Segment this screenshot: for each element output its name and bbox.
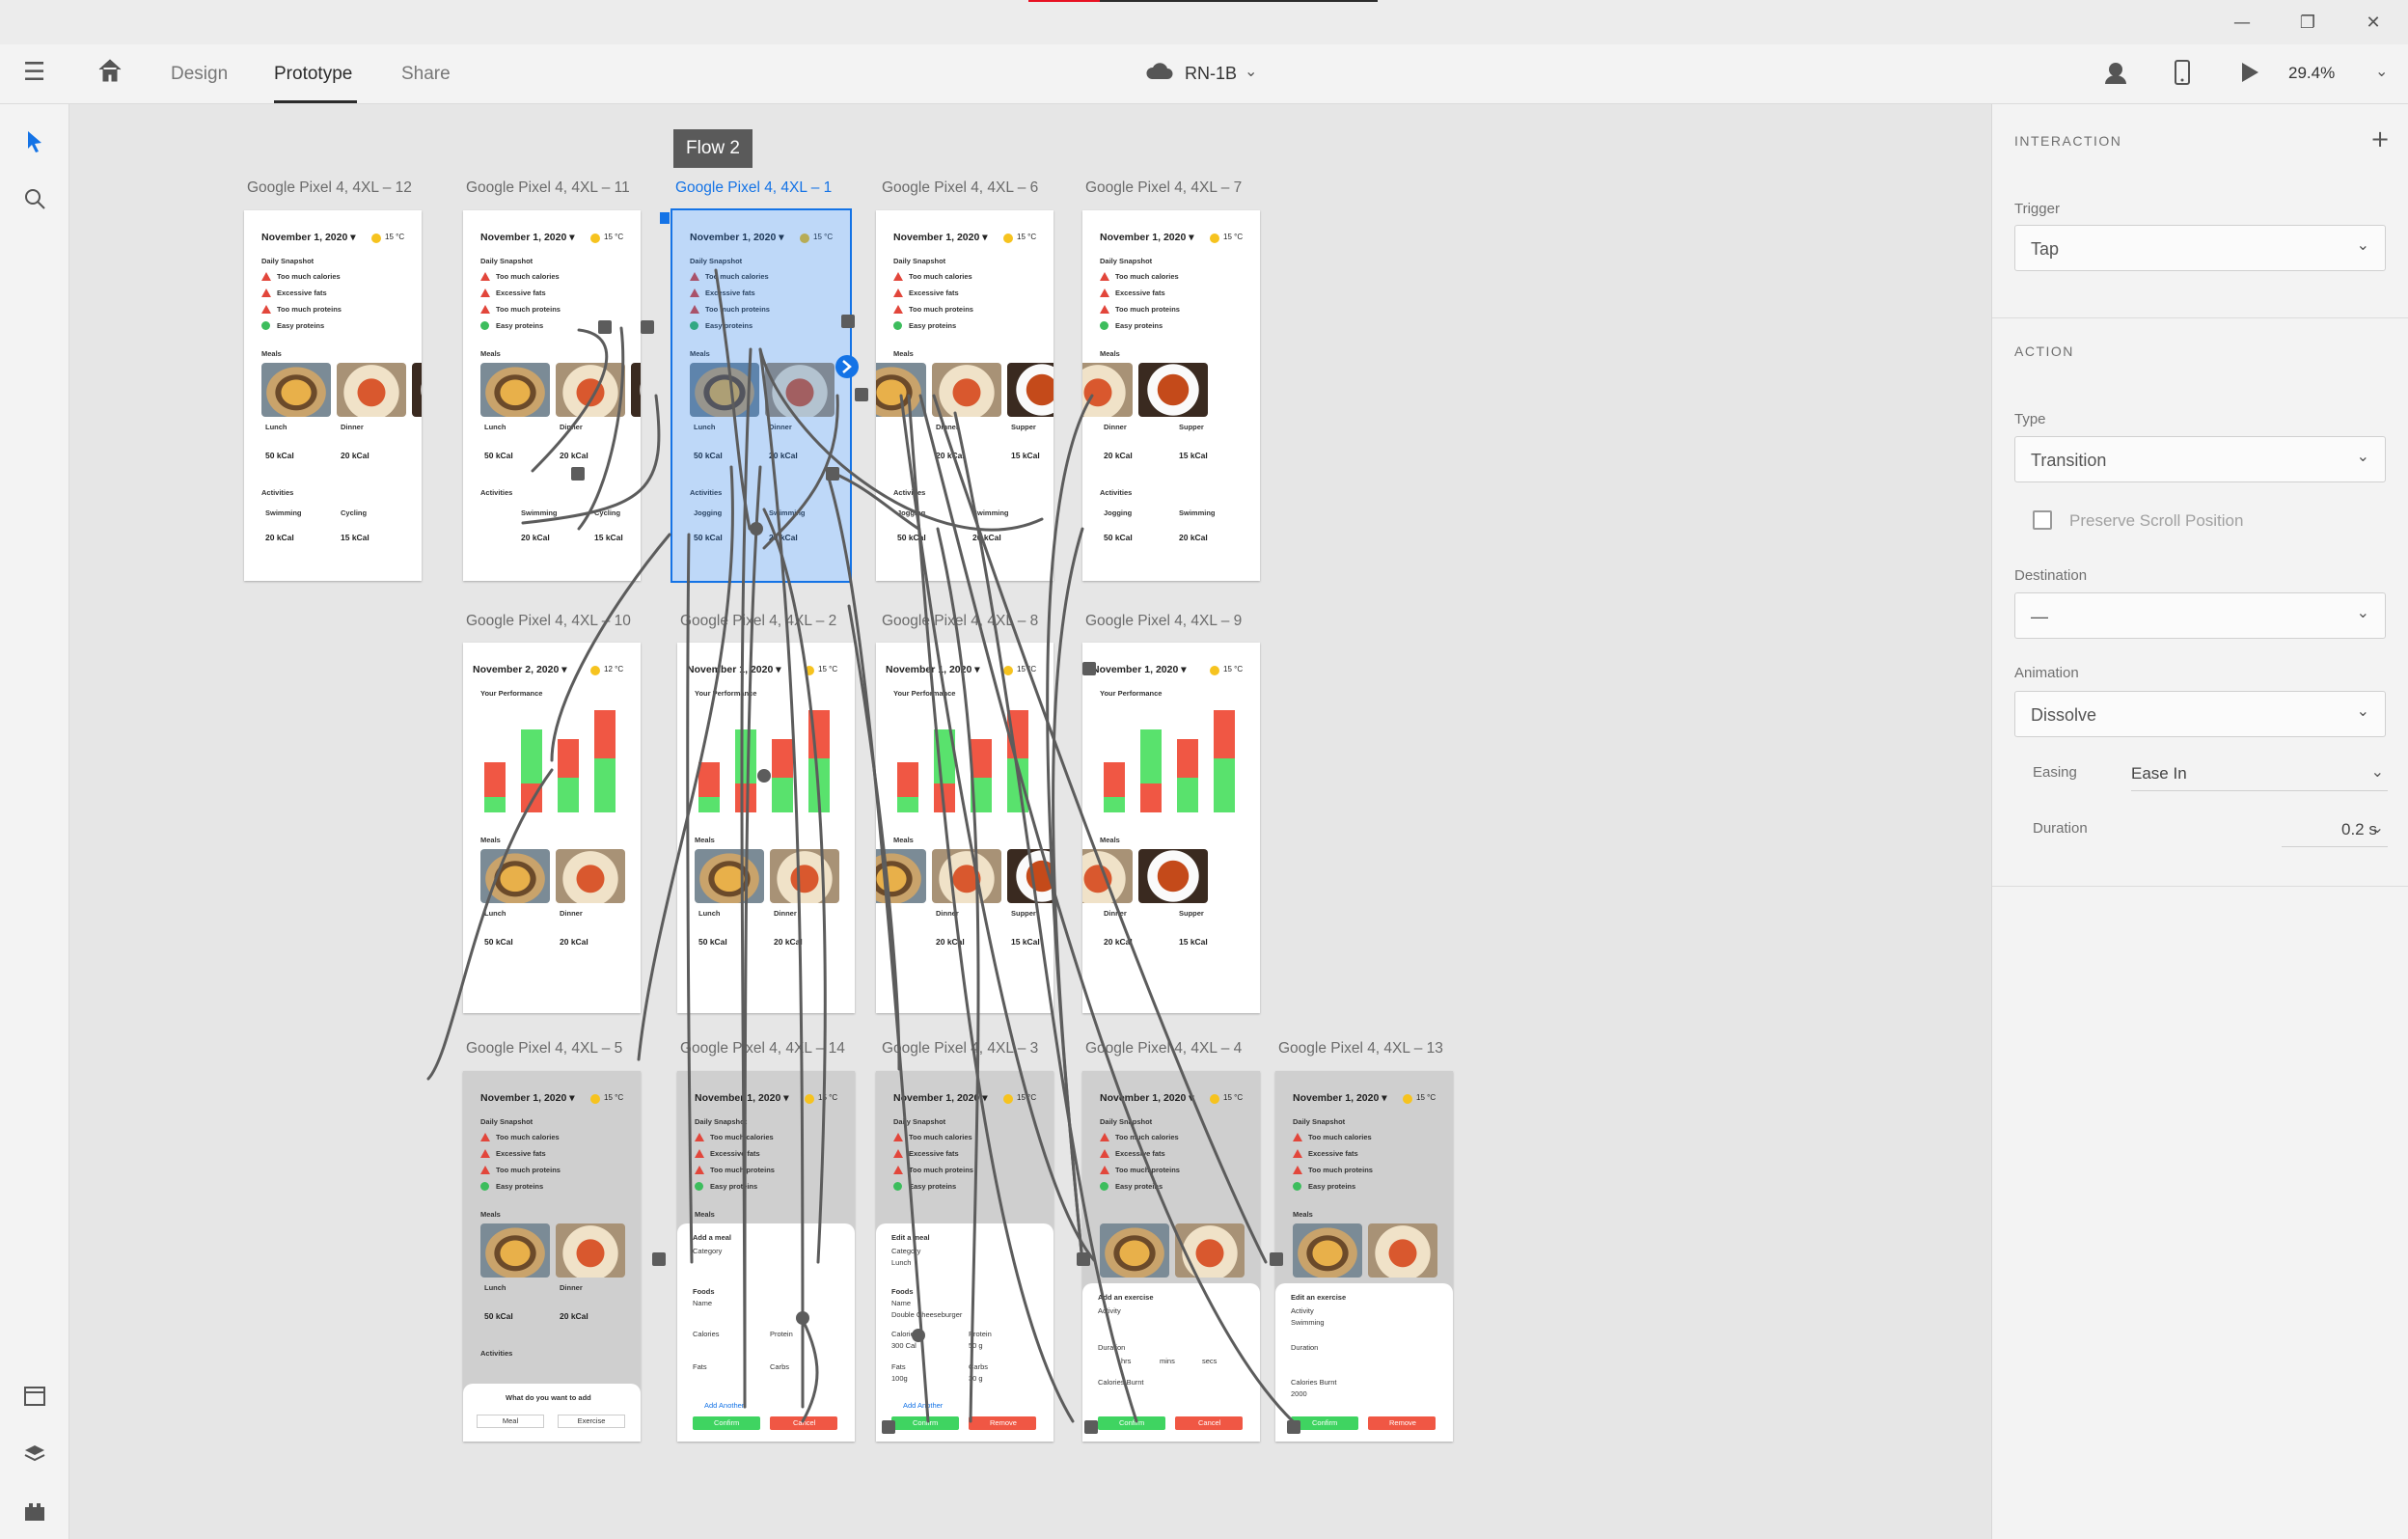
zoom-level[interactable]: 29.4% bbox=[2288, 64, 2335, 83]
restore-button[interactable]: ❐ bbox=[2288, 10, 2327, 37]
prototype-wires bbox=[426, 212, 1300, 1434]
chevron-down-icon: ⌄ bbox=[2356, 235, 2369, 254]
wire-handle[interactable] bbox=[855, 388, 868, 401]
preserve-scroll-label: Preserve Scroll Position bbox=[2069, 511, 2244, 530]
chevron-down-icon: ⌄ bbox=[2370, 818, 2384, 837]
chevron-down-icon: ⌄ bbox=[2356, 447, 2369, 465]
chevron-down-icon: ⌄ bbox=[2356, 603, 2369, 621]
zoom-chevron-icon[interactable]: ⌄ bbox=[2375, 62, 2388, 80]
add-interaction-icon[interactable]: + bbox=[2370, 125, 2390, 152]
wire[interactable] bbox=[847, 604, 901, 1071]
wire-handle[interactable] bbox=[1084, 1420, 1098, 1434]
active-tab-indicator bbox=[274, 100, 357, 103]
home-icon[interactable] bbox=[96, 58, 123, 87]
wire-handle[interactable] bbox=[1287, 1420, 1300, 1434]
easing-label: Easing bbox=[2033, 764, 2077, 781]
trigger-label: Trigger bbox=[2014, 201, 2060, 217]
wire[interactable] bbox=[743, 465, 762, 1409]
wire-handle[interactable] bbox=[1082, 662, 1096, 675]
layers-panel-icon[interactable] bbox=[23, 1443, 46, 1469]
document-title[interactable]: RN-1B bbox=[1185, 64, 1237, 84]
easing-value: Ease In bbox=[2131, 764, 2187, 783]
wire[interactable] bbox=[758, 347, 805, 1409]
wire[interactable] bbox=[907, 394, 1075, 1423]
close-button[interactable]: ✕ bbox=[2354, 10, 2393, 37]
wire[interactable] bbox=[762, 508, 827, 1264]
hamburger-menu-icon[interactable]: ☰ bbox=[23, 58, 45, 87]
destination-value: — bbox=[2031, 607, 2048, 626]
wire[interactable] bbox=[550, 533, 671, 762]
tab-design[interactable]: Design bbox=[171, 64, 228, 85]
tool-rail bbox=[0, 104, 69, 1539]
selected-wire-anchor[interactable] bbox=[835, 355, 859, 378]
chevron-down-icon[interactable]: ⌄ bbox=[1245, 62, 1257, 80]
action-heading: ACTION bbox=[2014, 344, 2074, 359]
wire[interactable] bbox=[936, 527, 980, 1423]
zoom-tool-icon[interactable] bbox=[23, 187, 46, 214]
wire-handle[interactable] bbox=[1077, 1252, 1090, 1266]
wire-anchor-circle[interactable] bbox=[835, 355, 859, 378]
tab-prototype[interactable]: Prototype bbox=[274, 64, 352, 85]
wire-handle[interactable] bbox=[641, 320, 654, 334]
wire[interactable] bbox=[531, 328, 609, 473]
wire[interactable] bbox=[953, 411, 1138, 1423]
animation-label: Animation bbox=[2014, 665, 2079, 681]
animation-select[interactable]: Dissolve ⌄ bbox=[2014, 691, 2386, 737]
section-divider bbox=[1992, 317, 2408, 318]
wire[interactable] bbox=[826, 473, 930, 1423]
duration-label: Duration bbox=[2033, 820, 2088, 837]
wire-handle[interactable] bbox=[1270, 1252, 1283, 1266]
destination-label: Destination bbox=[2014, 567, 2088, 584]
wire-node[interactable] bbox=[912, 1329, 925, 1342]
type-value: Transition bbox=[2031, 451, 2107, 470]
wire-handle[interactable] bbox=[882, 1420, 895, 1434]
animation-value: Dissolve bbox=[2031, 705, 2097, 725]
chevron-down-icon: ⌄ bbox=[2356, 701, 2369, 720]
trigger-select[interactable]: Tap ⌄ bbox=[2014, 225, 2386, 271]
property-inspector: INTERACTION + Trigger Tap ⌄ ACTION Type … bbox=[1991, 104, 2408, 1539]
assets-panel-icon[interactable] bbox=[23, 1386, 46, 1411]
wire[interactable] bbox=[758, 347, 1044, 532]
tab-share[interactable]: Share bbox=[401, 64, 451, 85]
section-divider bbox=[1992, 886, 2408, 887]
wire[interactable] bbox=[1052, 527, 1084, 1264]
wire-handle[interactable] bbox=[826, 467, 839, 481]
preserve-scroll-checkbox[interactable] bbox=[2033, 510, 2052, 530]
plugins-panel-icon[interactable] bbox=[23, 1501, 46, 1526]
type-label: Type bbox=[2014, 411, 2046, 427]
wire[interactable] bbox=[835, 473, 920, 531]
user-profile-icon[interactable] bbox=[2103, 60, 2128, 89]
destination-select[interactable]: — ⌄ bbox=[2014, 592, 2386, 639]
select-tool-icon[interactable] bbox=[25, 129, 44, 158]
wire[interactable] bbox=[577, 326, 625, 531]
cloud-icon bbox=[1146, 62, 1173, 85]
wire-handle[interactable] bbox=[652, 1252, 666, 1266]
wire-handle[interactable] bbox=[571, 467, 585, 481]
title-bar: — ❐ ✕ bbox=[0, 0, 2408, 44]
prototype-canvas[interactable]: Flow 2 Google Pixel 4, 4XL – 12 Google P… bbox=[69, 104, 1991, 1539]
wire[interactable] bbox=[801, 1318, 819, 1423]
wire-handle[interactable] bbox=[841, 315, 855, 328]
wire-node[interactable] bbox=[757, 769, 771, 783]
device-preview-icon[interactable] bbox=[2175, 60, 2190, 89]
trigger-value: Tap bbox=[2031, 239, 2060, 259]
wire-handle[interactable] bbox=[598, 320, 612, 334]
easing-select[interactable]: Ease In ⌄ bbox=[2131, 756, 2388, 791]
wire-node[interactable] bbox=[796, 1311, 809, 1325]
chevron-down-icon: ⌄ bbox=[2370, 762, 2384, 781]
wire[interactable] bbox=[426, 768, 554, 1081]
wire[interactable] bbox=[686, 533, 694, 1264]
play-preview-icon[interactable] bbox=[2240, 62, 2259, 87]
duration-input[interactable]: 0.2 s ⌄ bbox=[2282, 812, 2388, 847]
wire-node[interactable] bbox=[750, 522, 763, 536]
app-bar: ☰ Design Prototype Share RN-1B ⌄ 29.4% ⌄ bbox=[0, 44, 2408, 104]
progress-accent bbox=[1028, 0, 1378, 2]
wire[interactable] bbox=[899, 394, 1096, 1262]
wire[interactable] bbox=[932, 394, 1268, 1264]
type-select[interactable]: Transition ⌄ bbox=[2014, 436, 2386, 482]
interaction-heading: INTERACTION bbox=[2014, 133, 2122, 149]
minimize-button[interactable]: — bbox=[2223, 10, 2261, 37]
home-flow-marker[interactable] bbox=[660, 212, 670, 224]
